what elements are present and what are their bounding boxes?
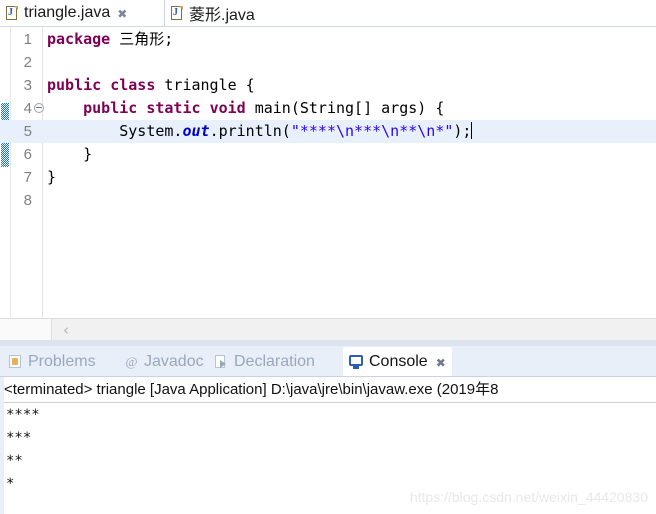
editor-tab-lingxing[interactable]: J 菱形.java xyxy=(164,0,262,26)
line-number: 4 xyxy=(23,100,32,117)
eclipse-window: J triangle.java ✖ J 菱形.java 1 package 三角形… xyxy=(0,0,656,514)
code-line[interactable]: 6 } xyxy=(0,143,656,166)
tab-label: Javadoc xyxy=(144,352,204,370)
code-token: public xyxy=(47,76,102,94)
code-text: } xyxy=(47,143,92,166)
close-icon[interactable]: ✖ xyxy=(117,8,127,20)
line-number: 3 xyxy=(23,77,32,94)
console-icon xyxy=(349,354,364,369)
scrollbar-gutter-pad xyxy=(0,319,52,341)
console-output-line: *** xyxy=(6,430,32,446)
code-token: triangle { xyxy=(155,76,255,94)
code-text: } xyxy=(47,166,56,189)
code-line[interactable]: 3 public class triangle { xyxy=(0,74,656,97)
code-token: static xyxy=(146,99,201,117)
line-number: 6 xyxy=(23,146,32,163)
editor-horizontal-scrollbar[interactable]: ‹ xyxy=(0,318,656,341)
code-token: void xyxy=(209,99,246,117)
console-tab-strip: Problems @ Javadoc Declaration Console ✖ xyxy=(0,346,656,376)
code-editor[interactable]: 1 package 三角形; 2 3 public class triangle {4 … xyxy=(0,27,656,318)
declaration-icon xyxy=(214,354,229,369)
code-line[interactable]: 8 xyxy=(0,189,656,212)
code-token: ); xyxy=(453,122,472,140)
problems-icon xyxy=(8,354,23,369)
line-number: 2 xyxy=(23,54,32,71)
editor-tab-label: 菱形.java xyxy=(189,7,255,24)
line-number: 7 xyxy=(23,169,32,186)
code-line[interactable]: 4 public static void main(String[] args)… xyxy=(0,97,656,120)
code-token: ; xyxy=(164,30,174,48)
code-text: public class triangle { xyxy=(47,74,255,97)
code-token: } xyxy=(47,168,57,186)
console-process-label: <terminated> triangle [Java Application]… xyxy=(4,381,499,398)
code-text: System.out.println("****\n***\n**\n*"); xyxy=(47,120,473,143)
java-file-icon: J xyxy=(171,5,184,21)
code-token: public xyxy=(83,99,138,117)
java-file-icon: J xyxy=(6,5,19,21)
code-token: "****\n***\n**\n*" xyxy=(290,122,454,140)
tab-label: Console xyxy=(369,352,428,370)
tab-console[interactable]: Console ✖ xyxy=(343,347,452,376)
code-token: } xyxy=(47,145,93,163)
code-token: class xyxy=(110,76,156,94)
console-output-line: **** xyxy=(6,407,40,423)
line-number: 1 xyxy=(23,31,32,48)
code-line[interactable]: 2 xyxy=(0,51,656,74)
line-number: 5 xyxy=(23,123,32,140)
close-icon[interactable]: ✖ xyxy=(436,356,446,370)
console-text: **** *** ** * xyxy=(6,404,656,496)
editor-tab-strip: J triangle.java ✖ J 菱形.java xyxy=(0,0,656,27)
console-header-rule xyxy=(4,402,656,403)
code-text: package 三角形; xyxy=(47,28,173,51)
code-line[interactable]: 5 System.out.println("****\n***\n**\n*")… xyxy=(0,120,656,143)
console-output-area[interactable]: <terminated> triangle [Java Application]… xyxy=(0,376,656,514)
javadoc-at-icon: @ xyxy=(125,354,138,369)
code-token: System. xyxy=(47,122,183,140)
code-line[interactable]: 1 package 三角形; xyxy=(0,28,656,51)
code-text: public static void main(String[] args) { xyxy=(47,97,444,120)
code-token: 三角形 xyxy=(119,31,165,48)
tab-label: Problems xyxy=(28,352,96,370)
fold-collapse-icon[interactable] xyxy=(34,103,44,113)
editor-tab-triangle[interactable]: J triangle.java ✖ xyxy=(0,0,135,26)
code-token: .println( xyxy=(209,122,291,140)
code-line[interactable]: 7} xyxy=(0,166,656,189)
tab-javadoc[interactable]: @ Javadoc xyxy=(118,347,210,376)
chevron-left-icon[interactable]: ‹ xyxy=(57,319,75,341)
tab-declaration[interactable]: Declaration xyxy=(208,347,321,376)
console-output-line: ** xyxy=(6,453,23,469)
line-number: 8 xyxy=(23,192,32,209)
code-token: package xyxy=(47,30,111,48)
tab-label: Declaration xyxy=(234,352,315,370)
tab-problems[interactable]: Problems xyxy=(2,347,102,376)
code-token: out xyxy=(182,122,210,140)
code-lines: 1 package 三角形; 2 3 public class triangle {4 … xyxy=(0,28,656,318)
text-caret xyxy=(471,122,473,139)
editor-tab-label: triangle.java xyxy=(24,4,111,21)
code-token: main(String[] args) { xyxy=(245,99,445,117)
console-view: Problems @ Javadoc Declaration Console ✖ xyxy=(0,346,656,514)
console-output-line: * xyxy=(6,476,15,492)
